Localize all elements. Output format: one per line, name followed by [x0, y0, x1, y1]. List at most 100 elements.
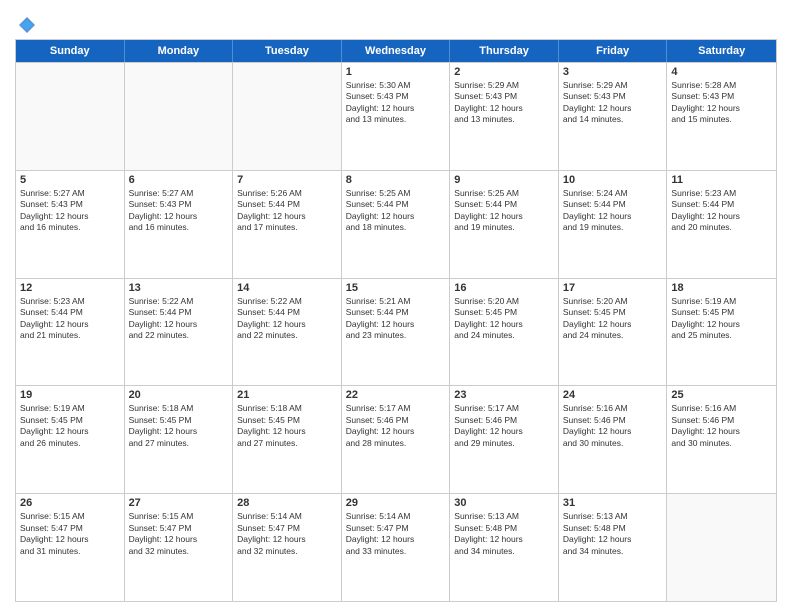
day-cell-24: 24 Sunrise: 5:16 AM Sunset: 5:46 PM Dayli… [559, 386, 668, 493]
cell-info: Sunrise: 5:13 AM Sunset: 5:48 PM Dayligh… [454, 511, 554, 557]
calendar-row-2: 12 Sunrise: 5:23 AM Sunset: 5:44 PM Dayli… [16, 278, 776, 386]
day-number: 9 [454, 174, 554, 186]
header-day-thursday: Thursday [450, 40, 559, 62]
day-cell-11: 11 Sunrise: 5:23 AM Sunset: 5:44 PM Dayli… [667, 171, 776, 278]
day-cell-17: 17 Sunrise: 5:20 AM Sunset: 5:45 PM Dayli… [559, 279, 668, 386]
cell-info: Sunrise: 5:20 AM Sunset: 5:45 PM Dayligh… [563, 296, 663, 342]
page-header [15, 15, 777, 31]
day-cell-28: 28 Sunrise: 5:14 AM Sunset: 5:47 PM Dayli… [233, 494, 342, 601]
day-number: 21 [237, 389, 337, 401]
day-cell-27: 27 Sunrise: 5:15 AM Sunset: 5:47 PM Dayli… [125, 494, 234, 601]
empty-cell [16, 63, 125, 170]
calendar-body: 1 Sunrise: 5:30 AM Sunset: 5:43 PM Daylig… [16, 62, 776, 601]
day-number: 27 [129, 497, 229, 509]
day-number: 6 [129, 174, 229, 186]
day-cell-1: 1 Sunrise: 5:30 AM Sunset: 5:43 PM Daylig… [342, 63, 451, 170]
cell-info: Sunrise: 5:19 AM Sunset: 5:45 PM Dayligh… [671, 296, 772, 342]
cell-info: Sunrise: 5:28 AM Sunset: 5:43 PM Dayligh… [671, 80, 772, 126]
cell-info: Sunrise: 5:17 AM Sunset: 5:46 PM Dayligh… [346, 403, 446, 449]
cell-info: Sunrise: 5:16 AM Sunset: 5:46 PM Dayligh… [563, 403, 663, 449]
day-cell-3: 3Sunrise: 5:29 AM Sunset: 5:43 PM Daylig… [559, 63, 668, 170]
calendar-row-0: 1 Sunrise: 5:30 AM Sunset: 5:43 PM Daylig… [16, 62, 776, 170]
cell-info: Sunrise: 5:23 AM Sunset: 5:44 PM Dayligh… [20, 296, 120, 342]
day-number: 26 [20, 497, 120, 509]
day-number: 30 [454, 497, 554, 509]
cell-info: Sunrise: 5:26 AM Sunset: 5:44 PM Dayligh… [237, 188, 337, 234]
day-cell-25: 25Sunrise: 5:16 AM Sunset: 5:46 PM Dayli… [667, 386, 776, 493]
calendar-page: SundayMondayTuesdayWednesdayThursdayFrid… [0, 0, 792, 612]
empty-cell [125, 63, 234, 170]
day-cell-14: 14Sunrise: 5:22 AM Sunset: 5:44 PM Dayli… [233, 279, 342, 386]
day-number: 24 [563, 389, 663, 401]
day-cell-15: 15 Sunrise: 5:21 AM Sunset: 5:44 PM Dayli… [342, 279, 451, 386]
cell-info: Sunrise: 5:14 AM Sunset: 5:47 PM Dayligh… [346, 511, 446, 557]
cell-info: Sunrise: 5:24 AM Sunset: 5:44 PM Dayligh… [563, 188, 663, 234]
cell-info: Sunrise: 5:30 AM Sunset: 5:43 PM Dayligh… [346, 80, 446, 126]
logo [15, 15, 37, 31]
day-number: 15 [346, 282, 446, 294]
day-number: 16 [454, 282, 554, 294]
calendar: SundayMondayTuesdayWednesdayThursdayFrid… [15, 39, 777, 602]
day-number: 1 [346, 66, 446, 78]
day-number: 17 [563, 282, 663, 294]
day-cell-29: 29 Sunrise: 5:14 AM Sunset: 5:47 PM Dayli… [342, 494, 451, 601]
day-cell-18: 18 Sunrise: 5:19 AM Sunset: 5:45 PM Dayli… [667, 279, 776, 386]
header-day-saturday: Saturday [667, 40, 776, 62]
cell-info: Sunrise: 5:15 AM Sunset: 5:47 PM Dayligh… [129, 511, 229, 557]
day-number: 8 [346, 174, 446, 186]
empty-cell [233, 63, 342, 170]
day-cell-7: 7 Sunrise: 5:26 AM Sunset: 5:44 PM Daylig… [233, 171, 342, 278]
cell-info: Sunrise: 5:13 AM Sunset: 5:48 PM Dayligh… [563, 511, 663, 557]
day-number: 22 [346, 389, 446, 401]
cell-info: Sunrise: 5:23 AM Sunset: 5:44 PM Dayligh… [671, 188, 772, 234]
day-cell-22: 22 Sunrise: 5:17 AM Sunset: 5:46 PM Dayli… [342, 386, 451, 493]
cell-info: Sunrise: 5:18 AM Sunset: 5:45 PM Dayligh… [129, 403, 229, 449]
day-cell-8: 8 Sunrise: 5:25 AM Sunset: 5:44 PM Daylig… [342, 171, 451, 278]
day-number: 11 [671, 174, 772, 186]
calendar-row-1: 5 Sunrise: 5:27 AM Sunset: 5:43 PM Daylig… [16, 170, 776, 278]
cell-info: Sunrise: 5:17 AM Sunset: 5:46 PM Dayligh… [454, 403, 554, 449]
day-cell-23: 23Sunrise: 5:17 AM Sunset: 5:46 PM Dayli… [450, 386, 559, 493]
day-cell-2: 2 Sunrise: 5:29 AM Sunset: 5:43 PM Daylig… [450, 63, 559, 170]
day-number: 18 [671, 282, 772, 294]
day-number: 20 [129, 389, 229, 401]
day-number: 29 [346, 497, 446, 509]
day-number: 12 [20, 282, 120, 294]
day-cell-6: 6 Sunrise: 5:27 AM Sunset: 5:43 PM Daylig… [125, 171, 234, 278]
header-day-monday: Monday [125, 40, 234, 62]
day-number: 25 [671, 389, 772, 401]
day-cell-20: 20 Sunrise: 5:18 AM Sunset: 5:45 PM Dayli… [125, 386, 234, 493]
cell-info: Sunrise: 5:27 AM Sunset: 5:43 PM Dayligh… [129, 188, 229, 234]
cell-info: Sunrise: 5:21 AM Sunset: 5:44 PM Dayligh… [346, 296, 446, 342]
day-cell-13: 13 Sunrise: 5:22 AM Sunset: 5:44 PM Dayli… [125, 279, 234, 386]
day-number: 19 [20, 389, 120, 401]
day-number: 28 [237, 497, 337, 509]
day-cell-10: 10Sunrise: 5:24 AM Sunset: 5:44 PM Dayli… [559, 171, 668, 278]
day-number: 3 [563, 66, 663, 78]
cell-info: Sunrise: 5:15 AM Sunset: 5:47 PM Dayligh… [20, 511, 120, 557]
cell-info: Sunrise: 5:25 AM Sunset: 5:44 PM Dayligh… [346, 188, 446, 234]
cell-info: Sunrise: 5:25 AM Sunset: 5:44 PM Dayligh… [454, 188, 554, 234]
day-number: 5 [20, 174, 120, 186]
cell-info: Sunrise: 5:29 AM Sunset: 5:43 PM Dayligh… [454, 80, 554, 126]
header-day-tuesday: Tuesday [233, 40, 342, 62]
cell-info: Sunrise: 5:22 AM Sunset: 5:44 PM Dayligh… [129, 296, 229, 342]
day-number: 2 [454, 66, 554, 78]
day-cell-30: 30 Sunrise: 5:13 AM Sunset: 5:48 PM Dayli… [450, 494, 559, 601]
day-cell-31: 31Sunrise: 5:13 AM Sunset: 5:48 PM Dayli… [559, 494, 668, 601]
day-cell-12: 12 Sunrise: 5:23 AM Sunset: 5:44 PM Dayli… [16, 279, 125, 386]
cell-info: Sunrise: 5:14 AM Sunset: 5:47 PM Dayligh… [237, 511, 337, 557]
calendar-header: SundayMondayTuesdayWednesdayThursdayFrid… [16, 40, 776, 62]
day-number: 7 [237, 174, 337, 186]
day-cell-9: 9 Sunrise: 5:25 AM Sunset: 5:44 PM Daylig… [450, 171, 559, 278]
day-number: 4 [671, 66, 772, 78]
day-number: 13 [129, 282, 229, 294]
day-cell-21: 21 Sunrise: 5:18 AM Sunset: 5:45 PM Dayli… [233, 386, 342, 493]
day-number: 14 [237, 282, 337, 294]
cell-info: Sunrise: 5:18 AM Sunset: 5:45 PM Dayligh… [237, 403, 337, 449]
day-cell-16: 16Sunrise: 5:20 AM Sunset: 5:45 PM Dayli… [450, 279, 559, 386]
day-cell-5: 5Sunrise: 5:27 AM Sunset: 5:43 PM Daylig… [16, 171, 125, 278]
day-cell-19: 19Sunrise: 5:19 AM Sunset: 5:45 PM Dayli… [16, 386, 125, 493]
header-day-wednesday: Wednesday [342, 40, 451, 62]
calendar-row-4: 26 Sunrise: 5:15 AM Sunset: 5:47 PM Dayli… [16, 493, 776, 601]
